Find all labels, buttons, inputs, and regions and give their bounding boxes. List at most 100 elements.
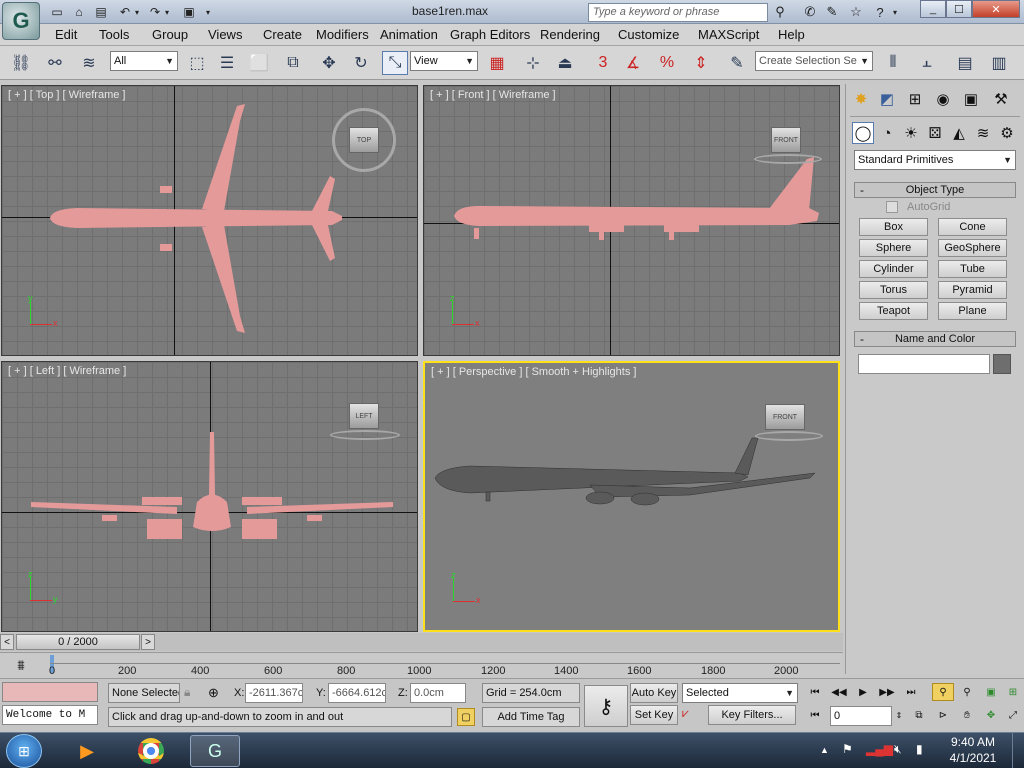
geometry-icon[interactable]: ◯: [852, 122, 874, 144]
project-folder-icon[interactable]: ▣: [180, 3, 198, 21]
viewport-left-label[interactable]: [ + ] [ Left ] [ Wireframe ]: [8, 365, 126, 377]
rotate-icon[interactable]: ↻: [348, 51, 374, 75]
object-name-input[interactable]: [858, 354, 990, 374]
application-menu-button[interactable]: G: [2, 2, 40, 40]
select-by-name-icon[interactable]: ☰: [214, 51, 240, 75]
maximize-viewport-icon[interactable]: ⤢: [1002, 706, 1024, 724]
plane-button[interactable]: Plane: [938, 302, 1007, 320]
pivot-icon[interactable]: ▦: [484, 51, 510, 75]
show-desktop-button[interactable]: [1012, 733, 1024, 768]
clock-date[interactable]: 4/1/2021: [948, 751, 998, 765]
object-type-rollout[interactable]: - Object Type: [854, 182, 1016, 198]
redo-dropdown-icon[interactable]: ▾: [162, 3, 172, 21]
help-icon[interactable]: ?: [870, 3, 890, 21]
key-filters-button[interactable]: Key Filters...: [708, 705, 796, 725]
viewport-perspective-label[interactable]: [ + ] [ Perspective ] [ Smooth + Highlig…: [431, 366, 636, 378]
z-coord-input[interactable]: 0.0cm: [410, 683, 466, 703]
menu-help[interactable]: Help: [778, 27, 805, 42]
zoom-icon[interactable]: ⚲: [932, 683, 954, 701]
viewcube-top[interactable]: TOP: [349, 127, 379, 153]
display-tab[interactable]: ▣: [960, 88, 982, 110]
viewcube-ring[interactable]: [330, 430, 400, 440]
viewport-top-label[interactable]: [ + ] [ Top ] [ Wireframe ]: [8, 89, 125, 101]
viewport-front[interactable]: [ + ] [ Front ] [ Wireframe ] FRONT z x: [423, 85, 840, 356]
geosphere-button[interactable]: GeoSphere: [938, 239, 1007, 257]
scale-icon[interactable]: ⤡: [382, 51, 408, 75]
menu-create[interactable]: Create: [263, 27, 302, 42]
reference-coord-dropdown[interactable]: View ▼: [410, 51, 478, 71]
selection-lock-icon[interactable]: 🔒︎: [184, 685, 198, 701]
space-warps-icon[interactable]: ≋: [972, 122, 994, 144]
zoom-extents-all-icon[interactable]: ⊞: [1002, 683, 1024, 701]
select-and-link-icon[interactable]: ⛓: [8, 51, 34, 75]
menu-group[interactable]: Group: [152, 27, 188, 42]
layer-manager-icon[interactable]: ▤: [952, 51, 978, 75]
orbit-icon[interactable]: ✥: [980, 706, 1002, 724]
lights-icon[interactable]: ☀: [900, 122, 922, 144]
viewport-top[interactable]: [ + ] [ Top ] [ Wireframe ] TOP y x: [1, 85, 418, 356]
maxscript-mini-listener[interactable]: Welcome to M: [2, 705, 98, 725]
viewcube-left[interactable]: LEFT: [349, 403, 379, 429]
viewport-left[interactable]: [ + ] [ Left ] [ Wireframe ] LEFT z y: [1, 361, 418, 632]
set-key-button[interactable]: Set Key: [630, 705, 678, 725]
menu-edit[interactable]: Edit: [55, 27, 77, 42]
keyboard-shortcut-icon[interactable]: ⏏: [552, 51, 578, 75]
helpers-icon[interactable]: ◭: [948, 122, 970, 144]
auto-key-button[interactable]: Auto Key: [630, 683, 678, 703]
zoom-extents-icon[interactable]: ▣: [980, 683, 1002, 701]
play-icon[interactable]: ▶: [852, 683, 874, 701]
utilities-tab[interactable]: ⚒: [990, 88, 1012, 110]
teapot-button[interactable]: Teapot: [859, 302, 928, 320]
communication-center-icon[interactable]: ✆: [800, 3, 820, 21]
next-frame-icon[interactable]: >: [141, 634, 155, 650]
menu-animation[interactable]: Animation: [380, 27, 438, 42]
menu-modifiers[interactable]: Modifiers: [316, 27, 369, 42]
set-key-mode-icon[interactable]: ⚷: [584, 685, 628, 727]
add-time-tag-button[interactable]: Add Time Tag: [482, 707, 580, 727]
spinner-snap-icon[interactable]: ⇕: [688, 51, 714, 75]
viewcube-ring[interactable]: [754, 154, 822, 164]
key-mode-toggle-icon[interactable]: ⏮: [804, 706, 826, 724]
connect-icon[interactable]: ✎: [822, 3, 842, 21]
autogrid-checkbox[interactable]: [886, 201, 898, 213]
menu-views[interactable]: Views: [208, 27, 242, 42]
favorites-star-icon[interactable]: ☆: [846, 3, 866, 21]
help-dropdown-icon[interactable]: ▾: [890, 3, 900, 21]
prev-frame-icon[interactable]: <: [0, 634, 14, 650]
viewcube-front[interactable]: FRONT: [771, 127, 801, 153]
name-and-color-rollout[interactable]: - Name and Color: [854, 331, 1016, 347]
cameras-icon[interactable]: ⚄: [924, 122, 946, 144]
menu-maxscript[interactable]: MAXScript: [698, 27, 759, 42]
new-file-icon[interactable]: ▭: [48, 3, 66, 21]
maxscript-mini-listener-top[interactable]: [2, 682, 98, 702]
tube-button[interactable]: Tube: [938, 260, 1007, 278]
cone-button[interactable]: Cone: [938, 218, 1007, 236]
x-coord-input[interactable]: -2611.367c: [245, 683, 303, 703]
clock-time[interactable]: 9:40 AM: [948, 735, 998, 749]
select-object-icon[interactable]: ⬚: [184, 51, 210, 75]
3ds-max-icon[interactable]: G: [190, 735, 240, 767]
previous-frame-icon[interactable]: ◀◀: [828, 683, 850, 701]
mirror-icon[interactable]: ⫴: [880, 51, 906, 75]
viewcube-ring[interactable]: [755, 431, 823, 441]
mini-curve-editor-icon[interactable]: ⩩: [10, 657, 32, 673]
edit-named-selection-icon[interactable]: ✎: [724, 51, 750, 75]
motion-tab[interactable]: ◉: [932, 88, 954, 110]
hierarchy-tab[interactable]: ⊞: [904, 88, 926, 110]
open-file-icon[interactable]: ⌂: [70, 3, 88, 21]
window-crossing-icon[interactable]: ⧉: [280, 51, 306, 75]
maximize-button[interactable]: ☐: [946, 0, 972, 18]
time-configuration-icon[interactable]: ⧉: [908, 706, 930, 724]
binoculars-icon[interactable]: ⚲: [770, 3, 790, 21]
menu-rendering[interactable]: Rendering: [540, 27, 600, 42]
align-icon[interactable]: ⫠: [914, 51, 940, 75]
undo-dropdown-icon[interactable]: ▾: [132, 3, 142, 21]
y-coord-input[interactable]: -6664.612c: [328, 683, 386, 703]
time-slider[interactable]: < 0 / 2000 >: [0, 633, 843, 651]
save-file-icon[interactable]: ▤: [92, 3, 110, 21]
frame-counter[interactable]: 0 / 2000: [16, 634, 140, 650]
systems-icon[interactable]: ⚙: [996, 122, 1018, 144]
box-button[interactable]: Box: [859, 218, 928, 236]
network-icon[interactable]: ▂▄▆: [866, 742, 893, 756]
media-player-icon[interactable]: ▶: [62, 735, 112, 767]
